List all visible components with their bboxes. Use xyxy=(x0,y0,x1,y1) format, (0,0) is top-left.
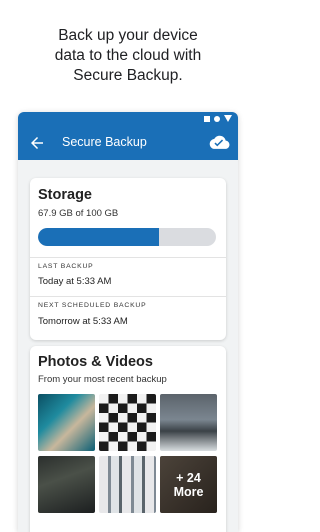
app-bar: Secure Backup xyxy=(18,126,238,160)
promo-line-1: Back up your device xyxy=(58,27,198,44)
more-count: + 24 xyxy=(176,470,201,485)
divider xyxy=(30,296,226,297)
phone-screen: Secure Backup Storage 67.9 GB of 100 GB … xyxy=(18,112,238,532)
cloud-check-icon[interactable] xyxy=(208,133,230,151)
more-overlay: + 24 More xyxy=(160,456,217,513)
more-photos-button[interactable]: + 24 More xyxy=(160,456,217,513)
promo-text: Back up your device data to the cloud wi… xyxy=(0,26,256,86)
photo-thumbnail[interactable] xyxy=(99,394,156,451)
page-title: Secure Backup xyxy=(62,135,147,149)
signal-icon xyxy=(224,115,232,122)
last-backup-label: LAST BACKUP xyxy=(38,263,94,270)
next-backup-value: Tomorrow at 5:33 AM xyxy=(38,316,128,327)
promo-line-3: Secure Backup. xyxy=(73,67,183,84)
notification-icon xyxy=(204,115,210,122)
photos-card: Photos & Videos From your most recent ba… xyxy=(30,346,226,532)
dnd-icon xyxy=(214,115,220,122)
divider xyxy=(30,257,226,258)
storage-progress-fill xyxy=(38,228,159,246)
photo-thumbnail[interactable] xyxy=(99,456,156,513)
photos-subtitle: From your most recent backup xyxy=(38,374,167,385)
storage-progress-bar xyxy=(38,228,216,246)
promo-line-2: data to the cloud with xyxy=(54,47,202,64)
status-icons xyxy=(204,115,232,122)
photo-thumbnail[interactable] xyxy=(38,394,95,451)
status-bar xyxy=(18,112,238,126)
photos-title: Photos & Videos xyxy=(38,354,153,370)
next-backup-label: NEXT SCHEDULED BACKUP xyxy=(38,302,147,309)
more-label: More xyxy=(173,484,204,499)
storage-card: Storage 67.9 GB of 100 GB LAST BACKUP To… xyxy=(30,178,226,340)
storage-title: Storage xyxy=(38,187,92,203)
photo-thumbnail[interactable] xyxy=(38,456,95,513)
arrow-back-icon[interactable] xyxy=(28,134,46,152)
last-backup-value: Today at 5:33 AM xyxy=(38,276,112,287)
storage-used-text: 67.9 GB of 100 GB xyxy=(38,208,119,219)
photo-thumbnail[interactable] xyxy=(160,394,217,451)
